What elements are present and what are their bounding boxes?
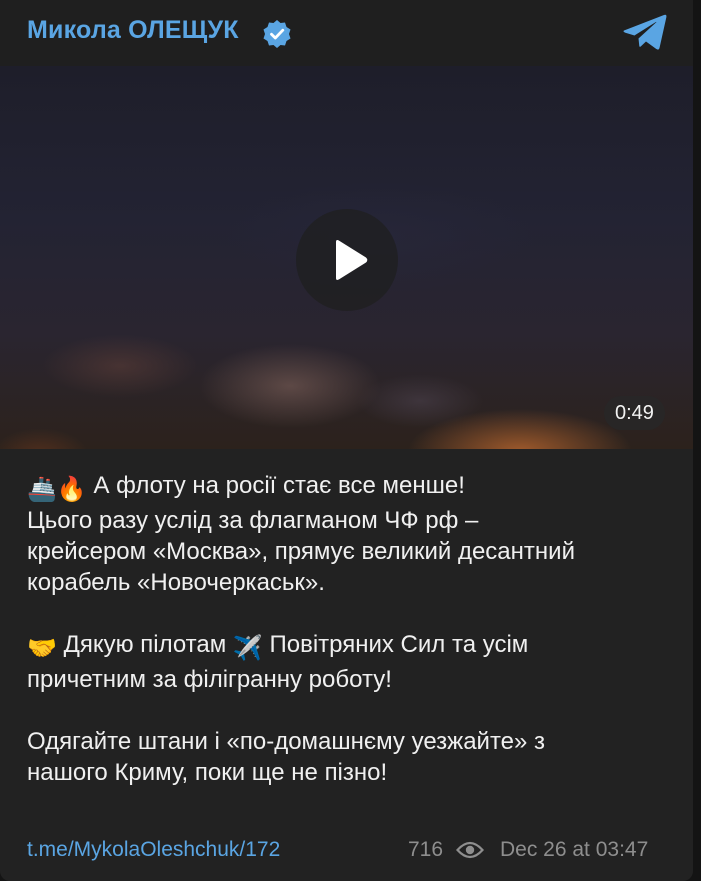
scrollbar[interactable] — [694, 0, 701, 881]
play-button[interactable] — [296, 209, 398, 311]
telegram-share-icon[interactable] — [622, 12, 668, 52]
post-line: Дякую пілотам — [63, 631, 227, 658]
post-line: А флоту на росії стає все менше! — [93, 472, 465, 499]
post-footer: t.me/MykolaOleshchuk/172 716 Dec 26 at 0… — [0, 836, 693, 866]
post-line: Повітряних Сил та усім — [269, 631, 529, 658]
post-header: Микола ОЛЕЩУК — [0, 0, 693, 66]
verified-badge-icon — [263, 20, 291, 48]
post-text: 🚢🔥 А флоту на росії стає все менше! Цьог… — [27, 470, 677, 788]
post-paragraph-2: 🤝 Дякую пілотам ✈️ Повітряних Сил та усі… — [27, 629, 677, 695]
post-link[interactable]: t.me/MykolaOleshchuk/172 — [27, 838, 280, 862]
eye-icon — [456, 841, 484, 859]
handshake-emoji: 🤝 — [27, 635, 57, 662]
post-line: Цього разу услід за флагманом ЧФ рф – — [27, 507, 479, 534]
view-count: 716 — [408, 838, 444, 861]
fire-emoji: 🔥 — [56, 476, 87, 503]
post-line: причетним за філігранну роботу! — [27, 666, 392, 693]
post-paragraph-3: Одягайте штани і «по-домашнєму уезжайте»… — [27, 726, 677, 788]
post-line: Одягайте штани і «по-домашнєму уезжайте»… — [27, 728, 546, 755]
airplane-emoji: ✈️ — [232, 635, 263, 662]
post-line: нашого Криму, поки ще не пізно! — [27, 759, 388, 786]
post-date: Dec 26 at 03:47 — [500, 838, 649, 861]
video-duration: 0:49 — [604, 396, 665, 430]
post-line: корабель «Новочеркаськ». — [27, 569, 325, 596]
play-icon — [336, 240, 368, 280]
telegram-post-card: Микола ОЛЕЩУК 0:49 🚢🔥 А флоту на росії с… — [0, 0, 693, 881]
channel-name[interactable]: Микола ОЛЕЩУК — [27, 16, 239, 45]
ship-emoji: 🚢 — [27, 476, 57, 503]
video-player[interactable]: 0:49 — [0, 66, 693, 449]
post-line: крейсером «Москва», прямує великий десан… — [27, 538, 575, 565]
post-paragraph-1: 🚢🔥 А флоту на росії стає все менше! Цьог… — [27, 470, 677, 598]
